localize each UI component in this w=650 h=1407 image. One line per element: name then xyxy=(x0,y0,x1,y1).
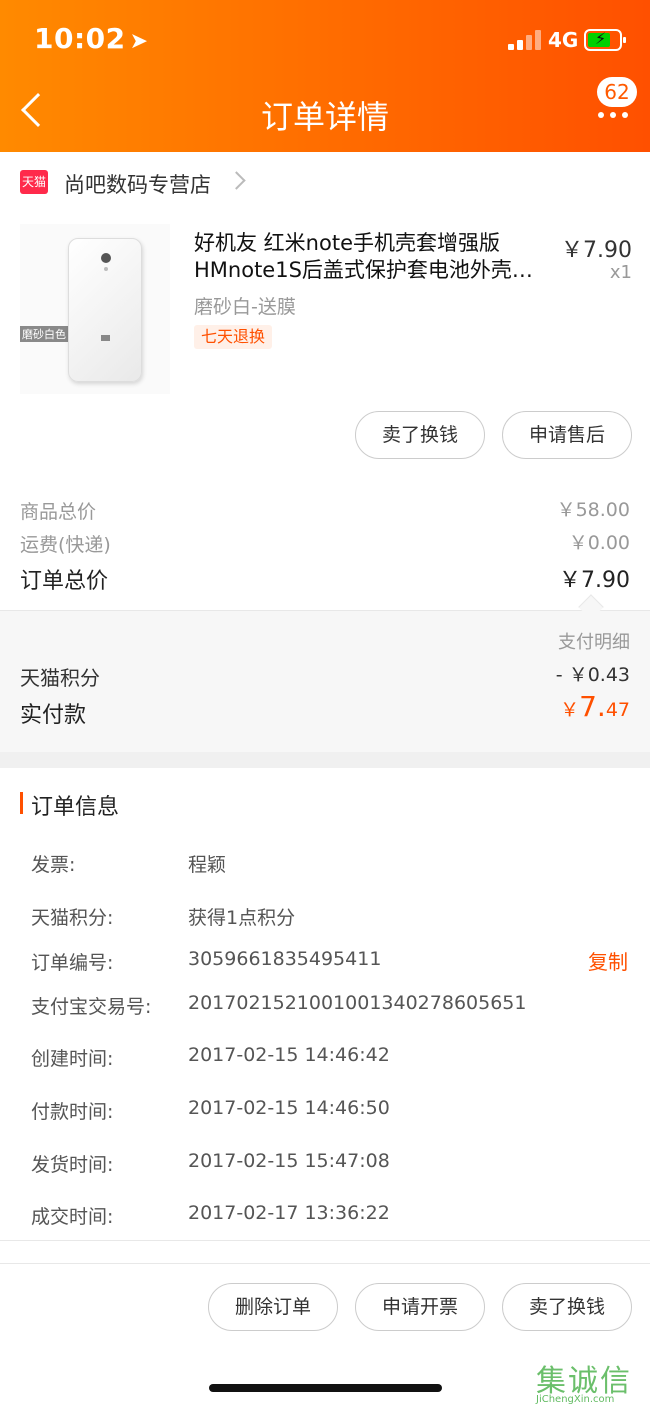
product-sku: 磨砂白-送膜 xyxy=(194,296,296,318)
goods-total-value: ￥58.00 xyxy=(556,499,630,521)
invoice-label: 发票: xyxy=(31,854,76,876)
page-title: 订单详情 xyxy=(260,98,389,136)
invoice-value: 程颖 xyxy=(188,854,227,876)
status-time: 10:02 ➤ xyxy=(34,22,149,55)
store-name[interactable]: 尚吧数码专营店 xyxy=(64,169,211,199)
created-time-label: 创建时间: xyxy=(31,1048,114,1070)
section-accent-bar xyxy=(20,792,23,814)
points-info-label: 天猫积分: xyxy=(31,907,114,929)
points-value: - ￥0.43 xyxy=(555,664,630,686)
product-quantity: x1 xyxy=(609,262,632,283)
battery-icon: ⚡ xyxy=(584,29,626,51)
goods-total-label: 商品总价 xyxy=(20,501,97,523)
order-number-value: 3059661835495411 xyxy=(188,948,382,970)
section-divider xyxy=(0,752,650,768)
paid-integer: 7. xyxy=(579,690,606,723)
paid-time-value: 2017-02-15 14:46:50 xyxy=(188,1097,390,1119)
product-image[interactable]: 磨砂白色 xyxy=(20,224,170,394)
order-total-value: ￥7.90 xyxy=(559,568,630,593)
return-policy-tag: 七天退换 xyxy=(194,325,273,349)
home-indicator[interactable] xyxy=(209,1384,442,1392)
paid-currency: ￥ xyxy=(560,699,580,721)
status-time-text: 10:02 xyxy=(34,22,126,55)
paid-label: 实付款 xyxy=(20,703,87,728)
payment-detail-label: 支付明细 xyxy=(558,632,630,653)
shipped-time-label: 发货时间: xyxy=(31,1154,114,1176)
closed-time-value: 2017-02-17 13:36:22 xyxy=(188,1202,390,1224)
points-label: 天猫积分 xyxy=(20,666,100,690)
shipped-time-value: 2017-02-15 15:47:08 xyxy=(188,1150,390,1172)
product-name[interactable]: 好机友 红米note手机壳套增强版HMnote1S后盖式保护套电池外壳… xyxy=(194,230,558,286)
after-sale-button[interactable]: 申请售后 xyxy=(502,411,632,459)
location-arrow-icon: ➤ xyxy=(129,29,149,54)
paid-time-label: 付款时间: xyxy=(31,1101,114,1123)
divider xyxy=(0,1240,650,1241)
shipping-label: 运费(快递) xyxy=(20,534,111,556)
alipay-trade-label: 支付宝交易号: xyxy=(31,996,152,1018)
bottom-bar-divider xyxy=(0,1263,650,1264)
delete-order-button[interactable]: 删除订单 xyxy=(208,1283,338,1331)
network-type: 4G xyxy=(548,28,579,52)
more-icon[interactable] xyxy=(598,112,628,118)
sell-button[interactable]: 卖了换钱 xyxy=(355,411,485,459)
tmall-icon: 天猫 xyxy=(20,170,48,194)
points-info-value: 获得1点积分 xyxy=(188,907,296,929)
order-info-title: 订单信息 xyxy=(31,795,120,820)
order-number-label: 订单编号: xyxy=(31,952,114,974)
alipay-trade-value: 2017021521001001340278605651 xyxy=(188,992,527,1014)
message-count-badge[interactable]: 62 xyxy=(597,77,637,107)
request-invoice-button[interactable]: 申请开票 xyxy=(355,1283,485,1331)
paid-value: ￥7.47 xyxy=(560,690,630,723)
closed-time-label: 成交时间: xyxy=(31,1206,114,1228)
phone-case-image xyxy=(68,238,142,382)
copy-button[interactable]: 复制 xyxy=(588,946,628,975)
bottom-sell-button[interactable]: 卖了换钱 xyxy=(502,1283,632,1331)
watermark-url: JiChengXin.com xyxy=(536,1394,615,1405)
signal-icon xyxy=(508,30,542,50)
product-price: ￥7.90 xyxy=(561,238,632,263)
watermark-logo: 集诚信 JiChengXin.com xyxy=(532,1356,650,1407)
shipping-value: ￥0.00 xyxy=(568,532,630,554)
chevron-right-icon[interactable] xyxy=(227,171,246,190)
created-time-value: 2017-02-15 14:46:42 xyxy=(188,1044,390,1066)
paid-decimal: 47 xyxy=(605,699,630,721)
image-label: 磨砂白色 xyxy=(20,326,68,342)
order-total-label: 订单总价 xyxy=(20,569,109,594)
header: 10:02 ➤ 4G ⚡ 订单详情 62 xyxy=(0,0,650,152)
